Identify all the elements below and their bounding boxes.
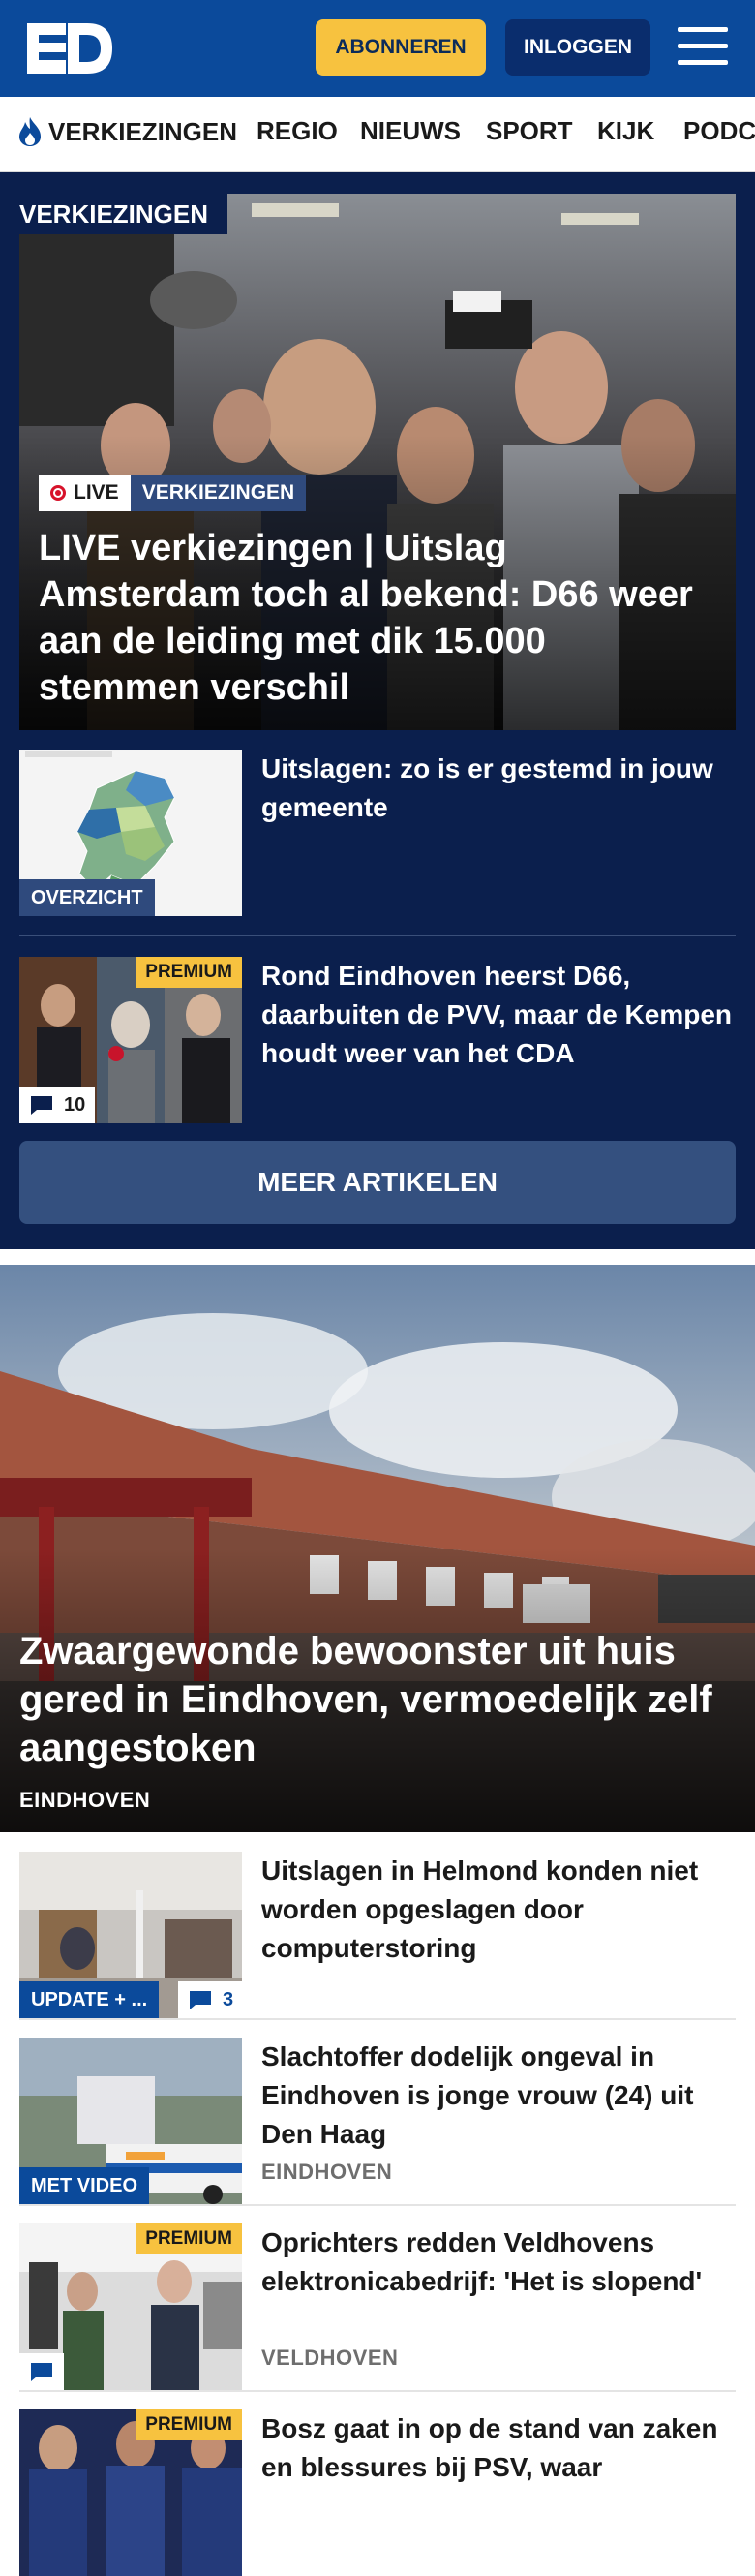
premium-badge: PREMIUM [136, 2223, 242, 2254]
divider [19, 935, 736, 936]
news-headline[interactable]: Uitslagen in Helmond konden niet worden … [261, 1852, 736, 1968]
article-item[interactable]: PREMIUM 10 Rond Eindhoven heerst D66, da… [19, 957, 736, 1123]
elections-section: VERKIEZINGEN LIVE VERKIEZINGEN LIVE verk… [0, 172, 755, 1249]
nav-item-kijk[interactable]: KIJK [597, 116, 654, 146]
comment-icon [31, 1096, 52, 1115]
subscribe-button[interactable]: ABONNEREN [316, 19, 486, 76]
category-badge: VERKIEZINGEN [130, 475, 307, 511]
divider [19, 2390, 736, 2392]
main-hero-location: EINDHOVEN [19, 1788, 151, 1812]
login-button[interactable]: INLOGGEN [505, 19, 650, 76]
more-articles-button[interactable]: MEER ARTIKELEN [19, 1141, 736, 1224]
live-dot-icon [50, 485, 66, 501]
comment-icon [190, 1991, 211, 2009]
divider [19, 2018, 736, 2020]
hero-badges: LIVE VERKIEZINGEN [39, 475, 307, 511]
comment-count-badge[interactable]: 10 [19, 1087, 96, 1123]
news-location: VELDHOVEN [261, 2346, 399, 2370]
overview-label: OVERZICHT [19, 879, 155, 916]
ed-logo[interactable] [27, 19, 114, 77]
premium-badge: PREMIUM [136, 2409, 242, 2440]
article-thumbnail: PREMIUM 10 [19, 957, 242, 1123]
nav-item-nieuws[interactable]: NIEUWS [360, 116, 461, 146]
news-headline[interactable]: Slachtoffer dodelijk ongeval in Eindhove… [261, 2038, 736, 2154]
news-item[interactable]: PREMIUM Bosz gaat in op de stand van zak… [19, 2409, 736, 2576]
hero-headline[interactable]: LIVE verkiezingen | Uitslag Amsterdam to… [39, 525, 716, 711]
comment-badge[interactable] [19, 2353, 64, 2390]
nav-item-podcast[interactable]: PODC [683, 116, 755, 146]
news-item[interactable]: PREMIUM Oprichters redden Veldhovens ele… [19, 2223, 736, 2390]
premium-badge: PREMIUM [136, 957, 242, 988]
news-item[interactable]: MET VIDEO Slachtoffer dodelijk ongeval i… [19, 2038, 736, 2204]
article-headline[interactable]: Uitslagen: zo is er gestemd in jouw geme… [261, 750, 736, 827]
article-thumbnail: OVERZICHT [19, 750, 242, 916]
top-header: ABONNEREN INLOGGEN [0, 0, 755, 97]
news-thumbnail: UPDATE + ... 3 [19, 1852, 242, 2018]
news-thumbnail: MET VIDEO [19, 2038, 242, 2204]
nav-item-sport[interactable]: SPORT [486, 116, 573, 146]
ed-logo-mark [27, 23, 112, 74]
nav-item-verkiezingen[interactable]: VERKIEZINGEN [17, 116, 237, 147]
nav-label-verkiezingen: VERKIEZINGEN [48, 116, 238, 146]
main-nav: VERKIEZINGEN REGIO NIEUWS SPORT KIJK POD… [0, 97, 755, 172]
comment-count: 10 [64, 1093, 86, 1116]
article-item[interactable]: OVERZICHT Uitslagen: zo is er gestemd in… [19, 750, 736, 916]
news-item[interactable]: UPDATE + ... 3 Uitslagen in Helmond kond… [19, 1852, 736, 2018]
video-label: MET VIDEO [19, 2167, 150, 2204]
main-hero-headline[interactable]: Zwaargewonde bewoonster uit huis gered i… [19, 1627, 736, 1772]
main-hero-article[interactable]: Zwaargewonde bewoonster uit huis gered i… [0, 1265, 755, 1832]
news-location: EINDHOVEN [261, 2160, 393, 2184]
news-thumbnail: PREMIUM [19, 2409, 242, 2576]
comment-count: 3 [223, 1988, 234, 2010]
elections-hero-article[interactable]: VERKIEZINGEN LIVE VERKIEZINGEN LIVE verk… [19, 194, 736, 730]
live-badge: LIVE [39, 475, 131, 511]
comment-count-badge[interactable]: 3 [178, 1981, 242, 2018]
article-headline[interactable]: Rond Eindhoven heerst D66, daarbuiten de… [261, 957, 736, 1073]
news-headline[interactable]: Bosz gaat in op de stand van zaken en bl… [261, 2409, 736, 2487]
update-label: UPDATE + ... [19, 1981, 160, 2018]
flame-icon [19, 117, 41, 146]
live-label: LIVE [74, 481, 119, 504]
comment-icon [31, 2363, 52, 2381]
divider [19, 2204, 736, 2206]
nav-item-regio[interactable]: REGIO [257, 116, 338, 146]
news-headline[interactable]: Oprichters redden Veldhovens elektronica… [261, 2223, 736, 2301]
hamburger-menu-icon[interactable] [678, 25, 728, 68]
section-label-verkiezingen[interactable]: VERKIEZINGEN [19, 194, 228, 234]
news-thumbnail: PREMIUM [19, 2223, 242, 2390]
